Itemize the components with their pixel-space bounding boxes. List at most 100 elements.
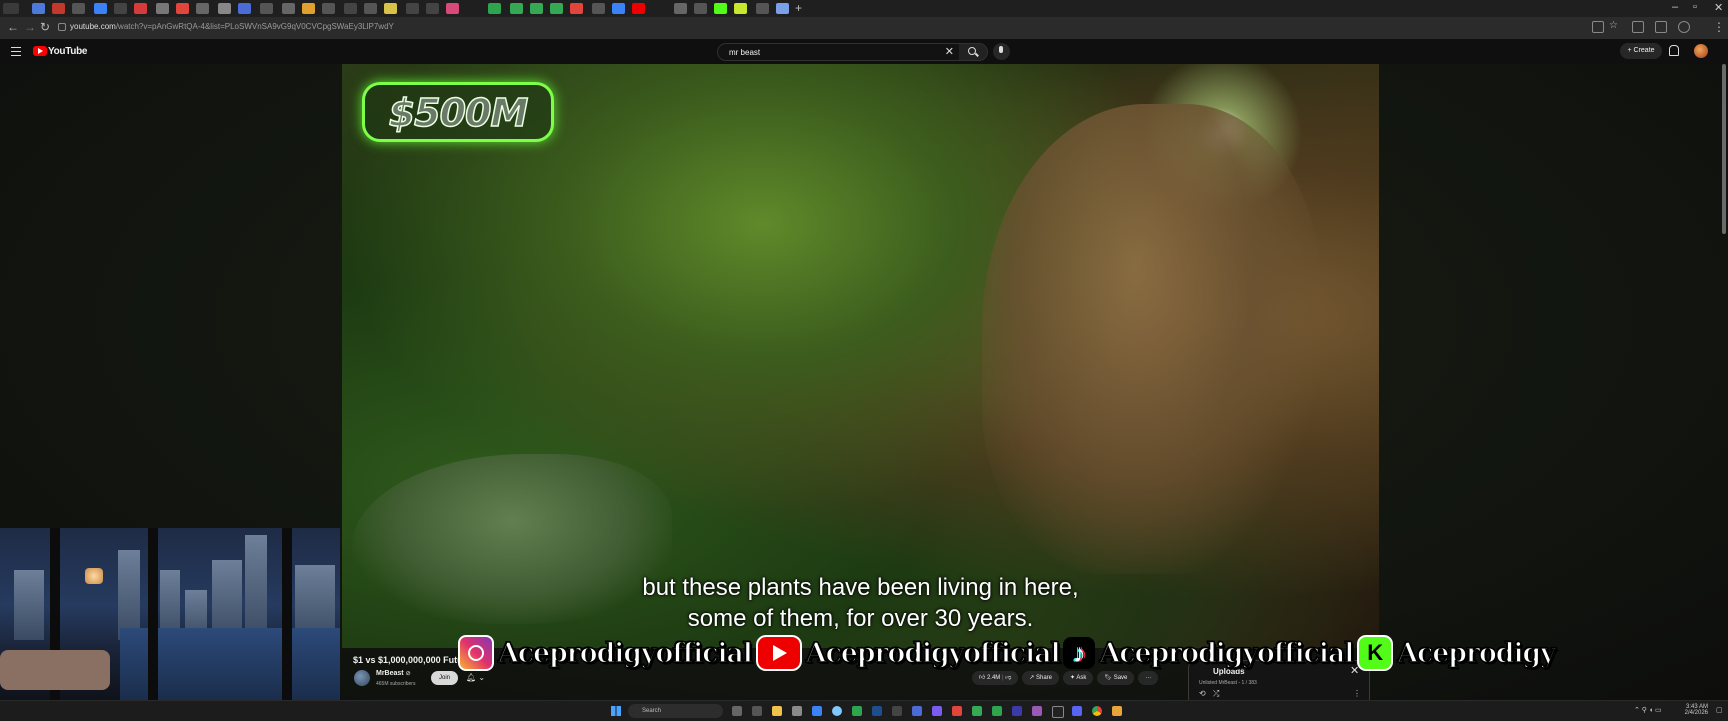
youtube-logo-icon[interactable] bbox=[33, 46, 47, 56]
taskbar-app-icon[interactable] bbox=[852, 706, 862, 716]
taskbar-app-icon[interactable] bbox=[812, 706, 822, 716]
browser-tab[interactable] bbox=[714, 3, 727, 14]
browser-tab[interactable] bbox=[632, 3, 645, 14]
tray-icons[interactable]: ⌃ ⚲ ◖ ▭ bbox=[1634, 706, 1662, 714]
voice-search-button[interactable] bbox=[993, 43, 1010, 60]
site-info-icon[interactable] bbox=[58, 23, 66, 31]
browser-tab[interactable] bbox=[426, 3, 439, 14]
new-tab-button[interactable]: + bbox=[795, 1, 802, 15]
browser-tab[interactable] bbox=[94, 3, 107, 14]
search-button[interactable] bbox=[959, 43, 988, 61]
browser-tab-active[interactable] bbox=[3, 3, 19, 14]
sidebar-icon[interactable] bbox=[1655, 21, 1667, 33]
more-actions-button[interactable]: ··· bbox=[1138, 671, 1159, 685]
join-button[interactable]: Join bbox=[431, 671, 458, 685]
avatar[interactable] bbox=[1694, 44, 1708, 58]
browser-tab[interactable] bbox=[570, 3, 583, 14]
taskbar-app-icon[interactable] bbox=[932, 706, 942, 716]
browser-tab[interactable] bbox=[344, 3, 357, 14]
page-scrollbar[interactable] bbox=[1722, 64, 1726, 234]
browser-tab[interactable] bbox=[384, 3, 397, 14]
reload-icon[interactable]: ↻ bbox=[40, 20, 50, 34]
browser-tab[interactable] bbox=[592, 3, 605, 14]
taskbar-search[interactable]: Search bbox=[628, 704, 723, 718]
taskbar-app-icon[interactable] bbox=[912, 706, 922, 716]
browser-tab[interactable] bbox=[406, 3, 419, 14]
notification-icon[interactable]: ▢ bbox=[1716, 706, 1723, 714]
clock[interactable]: 3:43 AM 2/4/2026 bbox=[1684, 704, 1708, 716]
browser-tab[interactable] bbox=[364, 3, 377, 14]
browser-tab[interactable] bbox=[510, 3, 523, 14]
browser-tab[interactable] bbox=[134, 3, 147, 14]
browser-tab[interactable] bbox=[734, 3, 747, 14]
profile-icon[interactable] bbox=[1678, 21, 1690, 33]
taskbar-app-icon[interactable] bbox=[832, 706, 842, 716]
browser-tab[interactable] bbox=[282, 3, 295, 14]
youtube-logo-text[interactable]: YouTube bbox=[48, 46, 88, 57]
bookmark-star-icon[interactable]: ☆ bbox=[1609, 20, 1618, 31]
task-view-icon[interactable] bbox=[732, 706, 742, 716]
browser-tab[interactable] bbox=[176, 3, 189, 14]
steam-icon[interactable] bbox=[872, 706, 882, 716]
taskbar-app-icon[interactable] bbox=[1052, 706, 1064, 718]
browser-tab[interactable] bbox=[156, 3, 169, 14]
like-button[interactable]: 👍︎ 2.4M | 👎︎ bbox=[972, 671, 1019, 685]
taskbar-app-icon[interactable] bbox=[972, 706, 982, 716]
bell-icon[interactable] bbox=[1669, 45, 1679, 56]
taskbar-app-icon[interactable] bbox=[1012, 706, 1022, 716]
picture-in-picture-window[interactable] bbox=[0, 528, 340, 700]
taskbar-app-icon[interactable] bbox=[952, 706, 962, 716]
save-button[interactable]: 🔖︎ Save bbox=[1097, 671, 1135, 685]
browser-tab[interactable] bbox=[196, 3, 209, 14]
channel-name-row[interactable]: MrBeast ⊘ bbox=[376, 670, 411, 677]
file-explorer-icon[interactable] bbox=[772, 706, 782, 716]
taskbar-app-icon[interactable] bbox=[1112, 706, 1122, 716]
install-app-icon[interactable] bbox=[1592, 21, 1604, 33]
discord-icon[interactable] bbox=[1072, 706, 1082, 716]
windows-start-icon[interactable] bbox=[611, 706, 621, 716]
browser-tab[interactable] bbox=[302, 3, 315, 14]
playlist-menu-icon[interactable]: ⋮ bbox=[1353, 689, 1361, 698]
channel-avatar[interactable] bbox=[354, 670, 370, 686]
forward-icon[interactable]: → bbox=[24, 20, 36, 34]
close-window-button[interactable]: ✕ bbox=[1714, 1, 1723, 14]
menu-icon[interactable] bbox=[11, 47, 21, 59]
restore-button[interactable]: ▫ bbox=[1693, 1, 1697, 13]
create-button[interactable]: + Create bbox=[1620, 43, 1662, 59]
browser-tab[interactable] bbox=[322, 3, 335, 14]
browser-tab[interactable] bbox=[218, 3, 231, 14]
browser-menu-icon[interactable]: ⋮ bbox=[1713, 20, 1725, 34]
shuffle-icon[interactable]: ⤮ bbox=[1213, 689, 1219, 699]
browser-tab[interactable] bbox=[52, 3, 65, 14]
browser-tab[interactable] bbox=[674, 3, 687, 14]
browser-tab[interactable] bbox=[756, 3, 769, 14]
taskbar-app-icon[interactable] bbox=[752, 706, 762, 716]
video-player[interactable]: $500M but these plants have been living … bbox=[342, 64, 1379, 648]
taskbar-app-icon[interactable] bbox=[792, 706, 802, 716]
browser-tab[interactable] bbox=[114, 3, 127, 14]
url-field[interactable]: youtube.com/watch?v=pAnGwRtQA-4&list=PLo… bbox=[70, 22, 394, 31]
browser-tab[interactable] bbox=[488, 3, 501, 14]
browser-tab[interactable] bbox=[612, 3, 625, 14]
extensions-icon[interactable] bbox=[1632, 21, 1644, 33]
ask-button[interactable]: ✦ Ask bbox=[1063, 671, 1094, 685]
back-icon[interactable]: ← bbox=[7, 20, 19, 34]
subscription-bell-icon[interactable]: 🔔︎ ⌄ bbox=[466, 673, 485, 682]
browser-tab[interactable] bbox=[32, 3, 45, 14]
taskbar-app-icon[interactable] bbox=[992, 706, 1002, 716]
browser-tab[interactable] bbox=[776, 3, 789, 14]
taskbar-app-icon[interactable] bbox=[892, 706, 902, 716]
browser-tab[interactable] bbox=[446, 3, 459, 14]
clear-search-icon[interactable]: ✕ bbox=[945, 45, 954, 58]
browser-tab[interactable] bbox=[550, 3, 563, 14]
browser-tab[interactable] bbox=[694, 3, 707, 14]
chrome-icon[interactable] bbox=[1092, 706, 1102, 716]
search-input[interactable] bbox=[727, 47, 931, 58]
browser-tab[interactable] bbox=[530, 3, 543, 14]
browser-tab[interactable] bbox=[260, 3, 273, 14]
browser-tab[interactable] bbox=[238, 3, 251, 14]
loop-icon[interactable]: ⟲ bbox=[1199, 689, 1206, 698]
minimize-button[interactable]: – bbox=[1672, 1, 1678, 13]
share-button[interactable]: ↗ Share bbox=[1022, 671, 1060, 685]
taskbar-app-icon[interactable] bbox=[1032, 706, 1042, 716]
